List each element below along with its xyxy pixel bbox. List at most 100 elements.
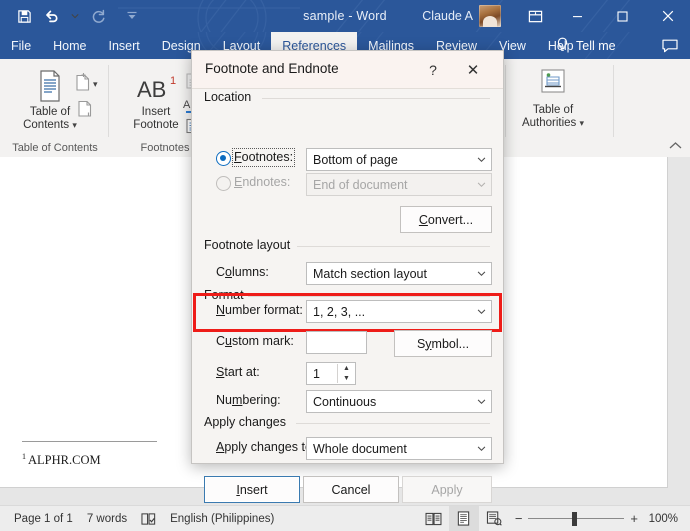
numbering-combo[interactable]: Continuous [306, 390, 492, 413]
redo-icon[interactable] [84, 2, 112, 30]
tab-home[interactable]: Home [42, 32, 97, 59]
maximize-restore-button[interactable] [600, 0, 645, 32]
chevron-down-icon[interactable] [472, 264, 491, 283]
avatar[interactable] [479, 5, 501, 27]
number-format-label: Number format: [216, 303, 303, 317]
status-bar: Page 1 of 1 7 words English (Philippines… [0, 505, 690, 531]
update-table-icon [76, 99, 93, 123]
zoom-slider-thumb[interactable] [572, 511, 578, 526]
titlebar-right-group: Claude A [422, 0, 690, 32]
account-name[interactable]: Claude A [422, 9, 473, 23]
footnotes-radio-label[interactable]: Footnotes: [234, 150, 293, 164]
symbol-button-label: Symbol... [416, 336, 470, 351]
apply-button[interactable]: Apply [402, 476, 492, 503]
custom-mark-label: Custom mark: [216, 334, 294, 348]
group-rule-footnote-layout [297, 246, 490, 247]
ribbon-display-options-icon[interactable] [515, 0, 555, 32]
table-of-authorities-icon [536, 67, 570, 101]
proofing-icon[interactable] [141, 512, 156, 526]
footnote-marker: 1 [22, 452, 26, 461]
word-count[interactable]: 7 words [87, 513, 127, 525]
convert-button-label: Convert... [418, 212, 474, 227]
zoom-slider[interactable] [528, 511, 625, 526]
insert-footnote-label-1: Insert [141, 106, 171, 118]
insert-button[interactable]: Insert [204, 476, 300, 503]
help-icon[interactable]: ? [420, 59, 446, 81]
group-label-footnote-layout: Footnote layout [204, 238, 296, 252]
tab-insert[interactable]: Insert [98, 32, 151, 59]
toa-chevron-down-icon[interactable]: ▾ [580, 118, 585, 128]
chevron-down-icon[interactable] [472, 302, 491, 321]
save-icon[interactable] [10, 2, 38, 30]
number-format-combo[interactable]: 1, 2, 3, ... [306, 300, 492, 323]
language-indicator[interactable]: English (Philippines) [170, 513, 274, 525]
insert-footnote-button[interactable]: AB 1 Insert Footnote [120, 69, 192, 132]
customize-qat-icon[interactable] [118, 2, 146, 30]
collapse-ribbon-icon[interactable] [669, 141, 682, 153]
dialog-title-bar: Footnote and Endnote ? ✕ [192, 51, 503, 89]
comments-icon[interactable] [662, 32, 678, 59]
add-text-chevron-down-icon[interactable]: ▾ [93, 79, 98, 90]
tell-me-box[interactable]: Tell me [556, 32, 616, 59]
quick-access-toolbar[interactable] [10, 0, 146, 32]
insert-footnote-label-2: Footnote [133, 119, 179, 131]
table-of-contents-label-2: Contents ▾ [23, 119, 77, 131]
chevron-down-icon[interactable] [472, 150, 491, 169]
endnotes-radio[interactable] [216, 176, 231, 191]
custom-mark-input[interactable] [306, 331, 367, 354]
undo-dropdown-chevron-icon[interactable] [66, 2, 84, 30]
spinner-down-icon[interactable]: ▼ [338, 374, 355, 384]
undo-icon[interactable] [38, 2, 66, 30]
start-at-spinner[interactable]: 1 ▲ ▼ [306, 362, 356, 385]
chevron-down-icon[interactable] [472, 392, 491, 411]
chevron-down-icon[interactable] [472, 439, 491, 458]
zoom-control[interactable]: − + [515, 511, 638, 526]
zoom-level-label[interactable]: 100% [648, 513, 678, 525]
title-bar: sample - Word Claude A [0, 0, 690, 32]
footnote-and-endnote-dialog[interactable]: Footnote and Endnote ? ✕ Location Footno… [191, 50, 504, 503]
ribbon-group-label-toc: Table of Contents [12, 142, 98, 154]
footnotes-location-combo[interactable]: Bottom of page [306, 148, 492, 171]
update-table-button[interactable] [76, 99, 93, 123]
start-at-spin-buttons[interactable]: ▲ ▼ [337, 364, 355, 383]
table-of-contents-label-1: Table of [29, 106, 71, 118]
svg-text:AB: AB [137, 77, 166, 102]
start-at-value: 1 [313, 366, 320, 381]
endnotes-radio-label[interactable]: Endnotes: [234, 175, 290, 189]
footnote-text[interactable]: 1 ALPHR.COM [22, 452, 101, 468]
endnotes-location-combo[interactable]: End of document [306, 173, 492, 196]
add-text-icon [74, 72, 91, 96]
footnotes-radio[interactable] [216, 151, 231, 166]
ribbon-group-separator-3 [505, 65, 506, 137]
view-web-layout-button[interactable] [479, 506, 509, 531]
footnote-separator [22, 441, 157, 442]
columns-label: Columns: [216, 265, 269, 279]
lightbulb-icon [556, 37, 569, 55]
spinner-up-icon[interactable]: ▲ [338, 364, 355, 374]
symbol-button[interactable]: Symbol... [394, 330, 492, 357]
view-print-layout-button[interactable] [448, 506, 479, 531]
ribbon-group-table-of-contents: Table of Contents ▾ ▾ Table of Contents [0, 59, 110, 157]
insert-button-label: Insert [236, 482, 268, 497]
cancel-button[interactable]: Cancel [303, 476, 399, 503]
table-of-authorities-button[interactable]: Table of Authorities ▾ [517, 67, 589, 130]
insert-footnote-icon: AB 1 [133, 69, 179, 103]
page-indicator[interactable]: Page 1 of 1 [14, 513, 73, 525]
tab-file[interactable]: File [0, 32, 42, 59]
tell-me-label: Tell me [576, 38, 616, 53]
group-label-location: Location [204, 90, 257, 104]
add-text-button[interactable]: ▾ [74, 72, 98, 96]
dialog-body: Location Footnotes: Bottom of page Endno… [192, 88, 503, 503]
dialog-close-icon[interactable]: ✕ [460, 59, 486, 81]
zoom-out-button[interactable]: − [515, 511, 523, 526]
zoom-in-button[interactable]: + [630, 511, 638, 526]
chevron-down-icon[interactable] [472, 175, 491, 194]
view-read-mode-button[interactable] [419, 506, 449, 531]
apply-changes-to-combo[interactable]: Whole document [306, 437, 492, 460]
convert-button[interactable]: Convert... [400, 206, 492, 233]
apply-changes-to-value: Whole document [313, 441, 407, 456]
table-of-contents-icon [35, 69, 65, 103]
minimize-button[interactable] [555, 0, 600, 32]
close-button[interactable] [645, 0, 690, 32]
columns-combo[interactable]: Match section layout [306, 262, 492, 285]
